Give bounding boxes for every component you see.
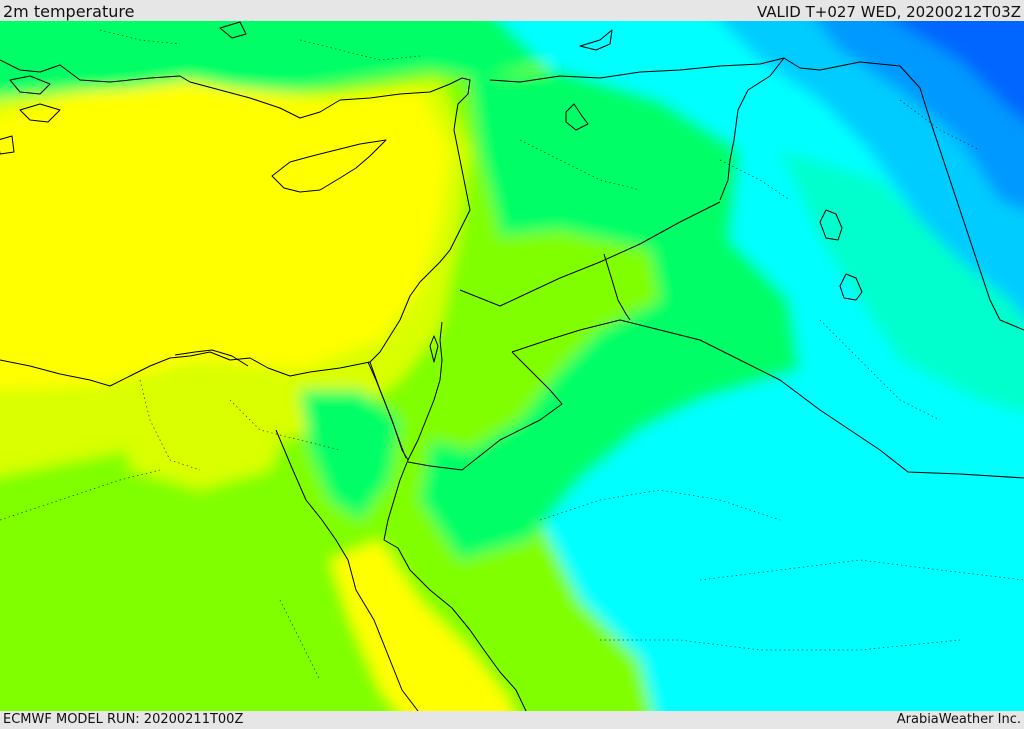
footer-bar: ECMWF MODEL RUN: 20200211T00Z ArabiaWeat… <box>0 711 1024 729</box>
credit-label: ArabiaWeather Inc. <box>896 712 1021 727</box>
model-run-label: ECMWF MODEL RUN: 20200211T00Z <box>3 712 244 727</box>
weather-map-frame: 2m temperature VALID T+027 WED, 20200212… <box>0 0 1024 729</box>
header-bar: 2m temperature VALID T+027 WED, 20200212… <box>0 0 1024 21</box>
temperature-map <box>0 21 1024 711</box>
temperature-field <box>0 21 1024 711</box>
valid-time-label: VALID T+027 WED, 20200212T03Z <box>756 3 1021 21</box>
green-egypt-desert <box>0 440 290 711</box>
map-title: 2m temperature <box>3 2 135 21</box>
